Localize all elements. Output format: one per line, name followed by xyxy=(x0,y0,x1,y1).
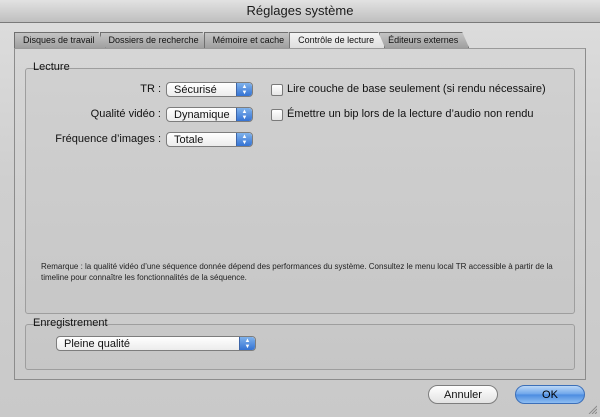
beep-checkbox[interactable] xyxy=(271,109,283,121)
popup-arrows-icon: ▲ ▼ xyxy=(239,337,255,350)
resize-grip-icon[interactable] xyxy=(587,404,597,414)
video-quality-label: Qualité vidéo : xyxy=(90,108,161,120)
frame-rate-popup-value: Totale xyxy=(174,134,204,146)
popup-arrows-icon: ▲ ▼ xyxy=(236,133,252,146)
base-layer-label: Lire couche de base seulement (si rendu … xyxy=(287,83,546,95)
tab-controle-de-lecture[interactable]: Contrôle de lecture xyxy=(289,32,385,48)
rt-popup-value: Sécurisé xyxy=(174,84,217,96)
rt-label: TR : xyxy=(140,83,161,95)
tab-disques-de-travail[interactable]: Disques de travail xyxy=(14,32,106,48)
tab-editeurs-externes[interactable]: Éditeurs externes xyxy=(379,32,469,48)
tab-bar: Disques de travail Dossiers de recherche… xyxy=(14,32,463,48)
frame-rate-popup[interactable]: Totale ▲ ▼ xyxy=(166,132,253,147)
ok-button[interactable]: OK xyxy=(515,385,585,404)
popup-arrows-icon: ▲ ▼ xyxy=(236,83,252,96)
window-body: Disques de travail Dossiers de recherche… xyxy=(0,23,600,417)
rt-popup[interactable]: Sécurisé ▲ ▼ xyxy=(166,82,253,97)
video-quality-popup-value: Dynamique xyxy=(174,109,230,121)
cancel-button[interactable]: Annuler xyxy=(428,385,498,404)
base-layer-checkbox[interactable] xyxy=(271,84,283,96)
playback-group-title: Lecture xyxy=(33,61,70,73)
tab-dossiers-de-recherche[interactable]: Dossiers de recherche xyxy=(100,32,210,48)
tab-panel: Lecture TR : Sécurisé ▲ ▼ Qualité vidéo :… xyxy=(14,48,586,380)
recording-group-title: Enregistrement xyxy=(33,317,108,329)
beep-label: Émettre un bip lors de la lecture d’audi… xyxy=(287,108,534,120)
recording-quality-popup-value: Pleine qualité xyxy=(64,338,131,350)
popup-arrows-icon: ▲ ▼ xyxy=(236,108,252,121)
video-quality-popup[interactable]: Dynamique ▲ ▼ xyxy=(166,107,253,122)
frame-rate-label: Fréquence d’images : xyxy=(55,133,161,145)
playback-note: Remarque : la qualité vidéo d’une séquen… xyxy=(41,262,553,282)
window-title: Réglages système xyxy=(0,0,600,23)
tab-memoire-et-cache[interactable]: Mémoire et cache xyxy=(204,32,296,48)
recording-quality-popup[interactable]: Pleine qualité ▲ ▼ xyxy=(56,336,256,351)
